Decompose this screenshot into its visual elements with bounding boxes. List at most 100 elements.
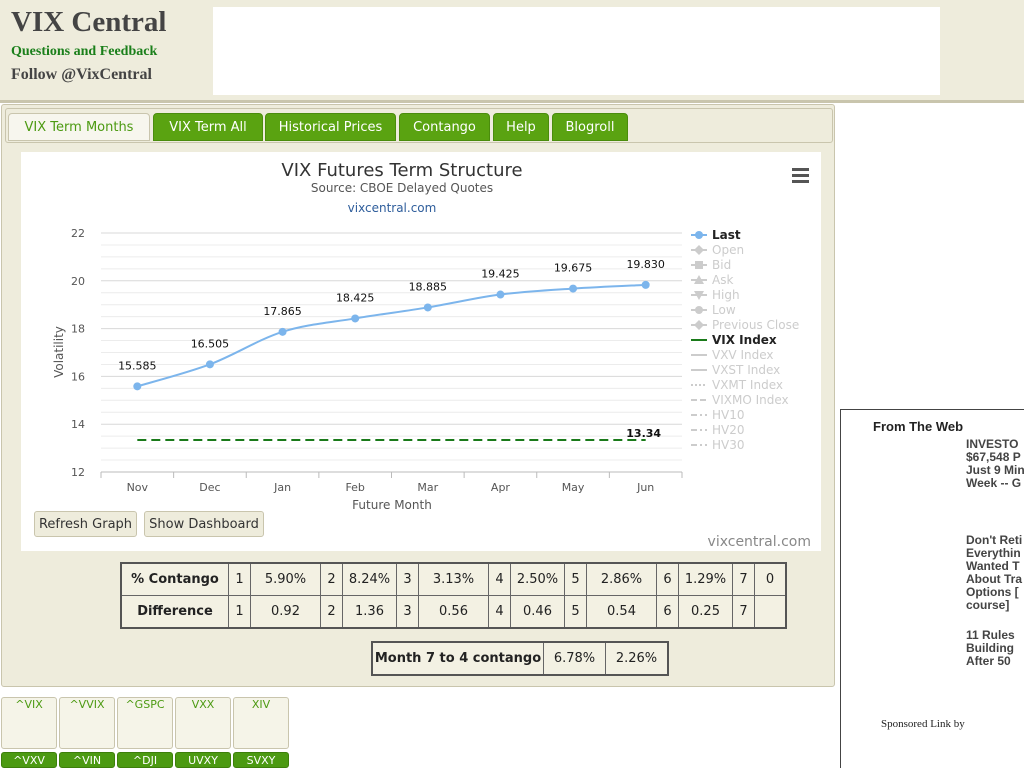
menu-bar bbox=[792, 174, 809, 177]
ticker-tile[interactable]: VXX bbox=[175, 697, 231, 749]
month74-label: Month 7 to 4 contango bbox=[371, 641, 544, 676]
month-index-cell: 3 bbox=[396, 562, 419, 596]
menu-bar bbox=[792, 180, 809, 183]
tab-help[interactable]: Help bbox=[493, 113, 549, 141]
show-dashboard-button[interactable]: Show Dashboard bbox=[144, 511, 264, 537]
last-data-label: 17.865 bbox=[263, 305, 302, 318]
sponsored-story-link[interactable]: 11 Rules Building After 50 bbox=[966, 629, 1015, 668]
chart-source-link: vixcentral.com bbox=[348, 201, 437, 215]
tab-historical-prices[interactable]: Historical Prices bbox=[265, 113, 396, 141]
value-cell: 0.46 bbox=[510, 595, 565, 629]
month-index-cell: 6 bbox=[656, 562, 679, 596]
month-index-cell: 5 bbox=[564, 595, 587, 629]
y-tick-label: 12 bbox=[71, 466, 85, 479]
contango-row: % Contango 1 5.90% 2 8.24% 3 3.13% 4 2.50% 5 2.86%… bbox=[120, 562, 787, 596]
sponsored-story-link[interactable]: INVESTO $67,548 P Just 9 Min Week -- G bbox=[966, 438, 1024, 490]
last-data-point bbox=[496, 290, 505, 299]
last-data-label: 16.505 bbox=[191, 337, 230, 350]
refresh-graph-button[interactable]: Refresh Graph bbox=[34, 511, 137, 537]
month-7-4-table: Month 7 to 4 contango 6.78% 2.26% bbox=[371, 641, 669, 676]
ticker-button[interactable]: UVXY bbox=[175, 752, 231, 768]
chart-subtitle: Source: CBOE Delayed Quotes bbox=[311, 181, 493, 195]
month-index-cell: 3 bbox=[396, 595, 419, 629]
last-data-point bbox=[641, 280, 650, 289]
legend-marker bbox=[695, 231, 703, 239]
ticker-tile[interactable]: XIV bbox=[233, 697, 289, 749]
month-index-cell: 7 bbox=[732, 562, 755, 596]
legend-item[interactable]: Previous Close bbox=[712, 318, 799, 332]
last-data-label: 19.425 bbox=[481, 268, 520, 281]
value-cell: 0.92 bbox=[250, 595, 321, 629]
value-cell: 8.24% bbox=[342, 562, 397, 596]
x-tick-label: Feb bbox=[345, 481, 364, 494]
chart-credit: vixcentral.com bbox=[708, 534, 811, 550]
y-tick-label: 16 bbox=[71, 370, 85, 383]
legend-item[interactable]: VXMT Index bbox=[712, 378, 783, 392]
legend-item[interactable]: VXV Index bbox=[712, 348, 774, 362]
x-tick-label: Jan bbox=[273, 481, 291, 494]
legend-item[interactable]: VIX Index bbox=[712, 333, 777, 347]
contango-row-label: Difference bbox=[120, 595, 229, 629]
ticker-button[interactable]: ^VXV bbox=[1, 752, 57, 768]
term-structure-chart: VIX Futures Term Structure Source: CBOE D… bbox=[21, 152, 821, 551]
legend-item[interactable]: Open bbox=[712, 243, 744, 257]
last-data-point bbox=[569, 284, 578, 293]
sponsored-story-line: After 50 bbox=[966, 654, 1011, 668]
last-data-point bbox=[205, 360, 214, 369]
last-data-label: 19.675 bbox=[554, 262, 593, 275]
chart-title: VIX Futures Term Structure bbox=[281, 160, 522, 181]
menu-bar bbox=[792, 168, 809, 171]
ticker-tile[interactable]: ^VVIX bbox=[59, 697, 115, 749]
x-axis-label: Future Month bbox=[352, 498, 432, 512]
contango-table: % Contango 1 5.90% 2 8.24% 3 3.13% 4 2.50% 5 2.86%… bbox=[120, 562, 787, 629]
value-cell: 5.90% bbox=[250, 562, 321, 596]
value-cell: 0.25 bbox=[678, 595, 733, 629]
legend-item[interactable]: High bbox=[712, 288, 740, 302]
x-tick-label: Jun bbox=[636, 481, 654, 494]
legend-item[interactable]: Bid bbox=[712, 258, 731, 272]
last-data-point bbox=[278, 327, 287, 336]
last-data-point bbox=[133, 382, 142, 391]
tab-vix-term-months[interactable]: VIX Term Months bbox=[8, 113, 150, 141]
legend-item[interactable]: HV20 bbox=[712, 423, 745, 437]
sponsored-story-link[interactable]: Don't Reti Everythin Wanted T About Tra Opti… bbox=[966, 534, 1022, 612]
last-series-line bbox=[137, 283, 646, 388]
value-cell: 1.36 bbox=[342, 595, 397, 629]
legend-item[interactable]: VXST Index bbox=[712, 363, 780, 377]
ticker-button[interactable]: SVXY bbox=[233, 752, 289, 768]
legend-item[interactable]: Low bbox=[712, 303, 736, 317]
value-cell: 0.56 bbox=[418, 595, 489, 629]
legend-marker bbox=[694, 320, 704, 330]
contango-row-label: % Contango bbox=[120, 562, 229, 596]
month74-value-2: 2.26% bbox=[605, 641, 669, 676]
from-the-web-heading: From The Web bbox=[873, 419, 964, 434]
last-data-label: 18.425 bbox=[336, 291, 375, 304]
tab-blogroll[interactable]: Blogroll bbox=[552, 113, 628, 141]
contango-row: Difference 1 0.92 2 1.36 3 0.56 4 0.46 5 0.54 6 0.25… bbox=[120, 595, 787, 629]
chart-menu-icon[interactable] bbox=[792, 168, 809, 183]
month-index-cell: 2 bbox=[320, 562, 343, 596]
tab-vix-term-all[interactable]: VIX Term All bbox=[153, 113, 263, 141]
x-tick-label: Apr bbox=[491, 481, 511, 494]
legend-item[interactable]: Last bbox=[712, 228, 741, 242]
tab-contango[interactable]: Contango bbox=[399, 113, 490, 141]
site-logo[interactable]: VIX Central bbox=[11, 6, 166, 39]
legend-item[interactable]: Ask bbox=[712, 273, 733, 287]
legend-marker bbox=[694, 245, 704, 255]
header-ad-slot bbox=[213, 7, 940, 95]
ticker-tile[interactable]: ^GSPC bbox=[117, 697, 173, 749]
ticker-button[interactable]: ^VIN bbox=[59, 752, 115, 768]
ticker-tile[interactable]: ^VIX bbox=[1, 697, 57, 749]
month-index-cell: 1 bbox=[228, 595, 251, 629]
ticker-button[interactable]: ^DJI bbox=[117, 752, 173, 768]
follow-link[interactable]: Follow @VixCentral bbox=[11, 66, 152, 84]
x-tick-label: May bbox=[562, 481, 585, 494]
feedback-link[interactable]: Questions and Feedback bbox=[11, 44, 157, 60]
legend-item[interactable]: VIXMO Index bbox=[712, 393, 789, 407]
legend-marker bbox=[695, 261, 703, 269]
y-axis-label: Volatility bbox=[52, 326, 66, 378]
y-tick-label: 18 bbox=[71, 323, 85, 336]
legend-item[interactable]: HV10 bbox=[712, 408, 745, 422]
legend-item[interactable]: HV30 bbox=[712, 438, 745, 452]
sponsored-panel: From The Web INVESTO $67,548 P Just 9 Min W… bbox=[840, 409, 1024, 768]
